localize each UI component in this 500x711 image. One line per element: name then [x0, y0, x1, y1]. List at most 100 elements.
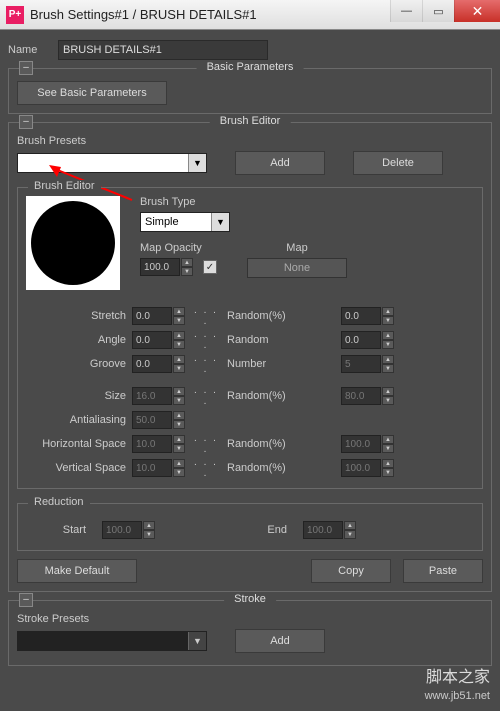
size-label: Size	[26, 390, 126, 402]
groove-value: 0.0	[132, 355, 172, 373]
spin-up-icon[interactable]: ▲	[173, 307, 185, 316]
vspace-spinner[interactable]: 10.0▲▼	[132, 459, 185, 477]
groove-number-label: Number	[227, 358, 299, 370]
collapse-toggle-basic[interactable]: –	[19, 61, 33, 75]
spin-down-icon[interactable]: ▼	[173, 396, 185, 405]
brush-editor-group: – Brush Editor Brush Presets ▼ Add Delet…	[8, 122, 492, 592]
spin-up-icon[interactable]: ▲	[173, 355, 185, 364]
reduction-start-label: Start	[26, 524, 86, 536]
spin-down-icon[interactable]: ▼	[382, 468, 394, 477]
map-opacity-value: 100.0	[140, 258, 180, 276]
spin-down-icon[interactable]: ▼	[173, 316, 185, 325]
name-input[interactable]	[58, 40, 268, 60]
spin-up-icon[interactable]: ▲	[382, 355, 394, 364]
spin-up-icon[interactable]: ▲	[173, 331, 185, 340]
hspace-random-label: Random(%)	[227, 438, 299, 450]
map-opacity-spinner[interactable]: 100.0 ▲▼	[140, 258, 193, 276]
hspace-spinner[interactable]: 10.0▲▼	[132, 435, 185, 453]
spin-down-icon[interactable]: ▼	[382, 444, 394, 453]
close-button[interactable]: ✕	[454, 0, 500, 22]
map-slot-button[interactable]: None	[247, 258, 347, 278]
spin-up-icon[interactable]: ▲	[382, 307, 394, 316]
spin-down-icon[interactable]: ▼	[382, 340, 394, 349]
dots-icon: . . . .	[191, 353, 221, 375]
see-basic-parameters-button[interactable]: See Basic Parameters	[17, 81, 167, 105]
spin-down-icon[interactable]: ▼	[382, 316, 394, 325]
spin-up-icon[interactable]: ▲	[173, 459, 185, 468]
minimize-button[interactable]: —	[390, 0, 422, 22]
brush-preview	[26, 196, 120, 290]
make-default-button[interactable]: Make Default	[17, 559, 137, 583]
paste-button[interactable]: Paste	[403, 559, 483, 583]
groove-number-spinner[interactable]: 5▲▼	[341, 355, 394, 373]
stretch-random-spinner[interactable]: 0.0▲▼	[341, 307, 394, 325]
stretch-value: 0.0	[132, 307, 172, 325]
spin-up-icon[interactable]: ▲	[173, 435, 185, 444]
spin-up-icon[interactable]: ▲	[173, 387, 185, 396]
hspace-value: 10.0	[132, 435, 172, 453]
dots-icon: . . . .	[191, 329, 221, 351]
spin-down-icon[interactable]: ▼	[173, 340, 185, 349]
dots-icon: . . . .	[191, 305, 221, 327]
brush-type-label: Brush Type	[140, 196, 474, 208]
spin-down-icon[interactable]: ▼	[382, 364, 394, 373]
brush-preset-dropdown[interactable]: ▼	[17, 153, 207, 173]
spin-down-icon[interactable]: ▼	[143, 530, 155, 539]
stroke-add-button[interactable]: Add	[235, 629, 325, 653]
spin-up-icon[interactable]: ▲	[143, 521, 155, 530]
spin-down-icon[interactable]: ▼	[344, 530, 356, 539]
reduction-end-spinner[interactable]: 100.0▲▼	[303, 521, 356, 539]
spin-down-icon[interactable]: ▼	[173, 444, 185, 453]
size-random-spinner[interactable]: 80.0▲▼	[341, 387, 394, 405]
vspace-random-spinner[interactable]: 100.0▲▼	[341, 459, 394, 477]
basic-parameters-group: – Basic Parameters See Basic Parameters	[8, 68, 492, 114]
angle-random-spinner[interactable]: 0.0▲▼	[341, 331, 394, 349]
spin-down-icon[interactable]: ▼	[181, 267, 193, 276]
spin-up-icon[interactable]: ▲	[173, 411, 185, 420]
brush-circle-icon	[31, 201, 115, 285]
stretch-random-label: Random(%)	[227, 310, 299, 322]
map-opacity-checkbox[interactable]: ✓	[203, 260, 217, 274]
dots-icon: . . . .	[191, 385, 221, 407]
vspace-random-label: Random(%)	[227, 462, 299, 474]
stretch-label: Stretch	[26, 310, 126, 322]
spin-up-icon[interactable]: ▲	[382, 331, 394, 340]
collapse-toggle-stroke[interactable]: –	[19, 593, 33, 607]
hspace-random-value: 100.0	[341, 435, 381, 453]
brush-presets-label: Brush Presets	[17, 135, 483, 147]
copy-button[interactable]: Copy	[311, 559, 391, 583]
stroke-group: – Stroke Stroke Presets ▼ Add	[8, 600, 492, 666]
stroke-preset-dropdown[interactable]: ▼	[17, 631, 207, 651]
spin-down-icon[interactable]: ▼	[173, 468, 185, 477]
spin-up-icon[interactable]: ▲	[382, 435, 394, 444]
titlebar: P+ Brush Settings#1 / BRUSH DETAILS#1 — …	[0, 0, 500, 30]
reduction-start-spinner[interactable]: 100.0▲▼	[102, 521, 155, 539]
brush-editor-subgroup: Brush Editor Brush Type Simple ▼ Map Opa…	[17, 187, 483, 489]
reduction-start-value: 100.0	[102, 521, 142, 539]
collapse-toggle-editor[interactable]: –	[19, 115, 33, 129]
dots-icon: . . . .	[191, 457, 221, 479]
spin-up-icon[interactable]: ▲	[344, 521, 356, 530]
maximize-button[interactable]: ▭	[422, 0, 454, 22]
spin-up-icon[interactable]: ▲	[382, 387, 394, 396]
groove-spinner[interactable]: 0.0▲▼	[132, 355, 185, 373]
add-preset-button[interactable]: Add	[235, 151, 325, 175]
antialiasing-spinner[interactable]: 50.0▲▼	[132, 411, 185, 429]
antialiasing-label: Antialiasing	[26, 414, 126, 426]
delete-preset-button[interactable]: Delete	[353, 151, 443, 175]
groove-number-value: 5	[341, 355, 381, 373]
spin-up-icon[interactable]: ▲	[181, 258, 193, 267]
stretch-spinner[interactable]: 0.0▲▼	[132, 307, 185, 325]
brush-type-dropdown[interactable]: Simple ▼	[140, 212, 230, 232]
spin-down-icon[interactable]: ▼	[173, 420, 185, 429]
spin-down-icon[interactable]: ▼	[382, 396, 394, 405]
size-spinner[interactable]: 16.0▲▼	[132, 387, 185, 405]
chevron-down-icon: ▼	[188, 632, 206, 650]
hspace-random-spinner[interactable]: 100.0▲▼	[341, 435, 394, 453]
vspace-random-value: 100.0	[341, 459, 381, 477]
parameter-grid: Stretch 0.0▲▼ . . . . Random(%) 0.0▲▼ An…	[26, 304, 474, 480]
stretch-random-value: 0.0	[341, 307, 381, 325]
spin-down-icon[interactable]: ▼	[173, 364, 185, 373]
spin-up-icon[interactable]: ▲	[382, 459, 394, 468]
angle-spinner[interactable]: 0.0▲▼	[132, 331, 185, 349]
